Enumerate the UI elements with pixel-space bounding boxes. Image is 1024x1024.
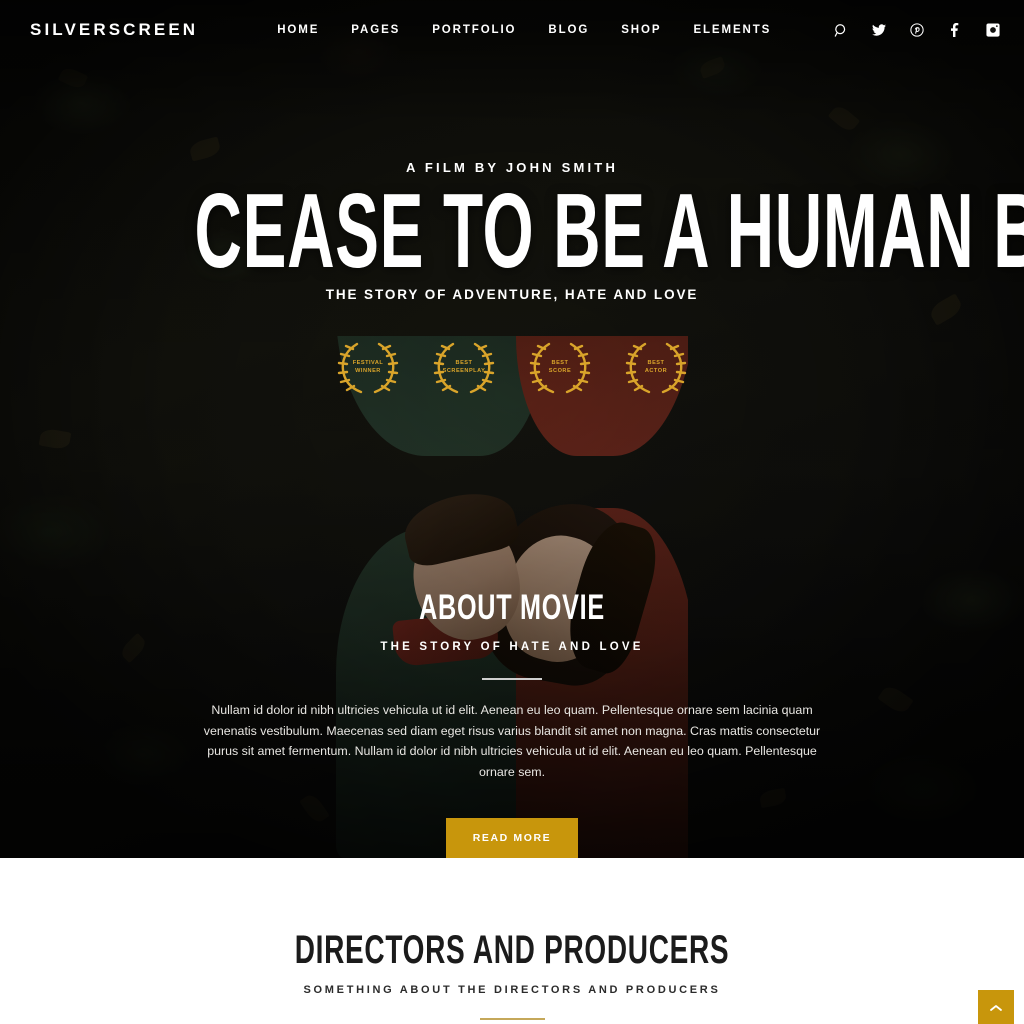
instagram-icon[interactable] — [984, 21, 1002, 39]
award-badge-festival-winner: FESTIVAL WINNER — [331, 336, 405, 398]
nav-item-pages[interactable]: PAGES — [351, 24, 400, 36]
twitter-icon[interactable] — [870, 21, 888, 39]
award-badge-text: BEST SCREENPLAY — [442, 359, 486, 374]
directors-divider — [479, 1018, 545, 1020]
facebook-icon[interactable] — [946, 21, 964, 39]
chevron-up-icon — [990, 1000, 1002, 1015]
main-navigation: HOME PAGES PORTFOLIO BLOG SHOP ELEMENTS — [277, 24, 771, 36]
nav-item-shop[interactable]: SHOP — [621, 24, 661, 36]
directors-section: DIRECTORS AND PRODUCERS SOMETHING ABOUT … — [0, 858, 1024, 1024]
site-logo[interactable]: SILVERSCREEN — [30, 20, 198, 40]
hero-section: SILVERSCREEN HOME PAGES PORTFOLIO BLOG S… — [0, 0, 1024, 858]
award-badge-text: FESTIVAL WINNER — [352, 359, 384, 374]
directors-subtitle: SOMETHING ABOUT THE DIRECTORS AND PRODUC… — [303, 984, 721, 996]
pinterest-icon[interactable] — [908, 21, 926, 39]
about-divider — [482, 678, 542, 680]
about-movie-section: ABOUT MOVIE THE STORY OF HATE AND LOVE N… — [0, 588, 1024, 858]
about-body-text: Nullam id dolor id nibh ultricies vehicu… — [203, 703, 821, 779]
award-badge-text: BEST SCORE — [548, 359, 572, 374]
nav-item-portfolio[interactable]: PORTFOLIO — [432, 24, 516, 36]
social-links — [832, 21, 1002, 39]
site-header: SILVERSCREEN HOME PAGES PORTFOLIO BLOG S… — [0, 0, 1024, 60]
hero-title: CEASE TO BE A HUMAN BEING — [194, 172, 1024, 290]
read-more-button[interactable]: READ MORE — [446, 818, 578, 858]
nav-item-home[interactable]: HOME — [277, 24, 319, 36]
nav-item-blog[interactable]: BLOG — [548, 24, 589, 36]
about-title: ABOUT MOVIE — [419, 588, 605, 627]
directors-title: DIRECTORS AND PRODUCERS — [294, 928, 730, 972]
award-badge-best-actor: BEST ACTOR — [619, 336, 693, 398]
nav-item-elements[interactable]: ELEMENTS — [693, 24, 771, 36]
scroll-to-top-button[interactable] — [978, 990, 1014, 1024]
search-icon[interactable] — [832, 21, 850, 39]
award-badges: FESTIVAL WINNER BEST SCREENPLAY BEST SCORE — [0, 336, 1024, 398]
award-badge-text: BEST ACTOR — [644, 359, 668, 374]
award-badge-best-screenplay: BEST SCREENPLAY — [427, 336, 501, 398]
award-badge-best-score: BEST SCORE — [523, 336, 597, 398]
about-subtitle: THE STORY OF HATE AND LOVE — [380, 641, 644, 653]
